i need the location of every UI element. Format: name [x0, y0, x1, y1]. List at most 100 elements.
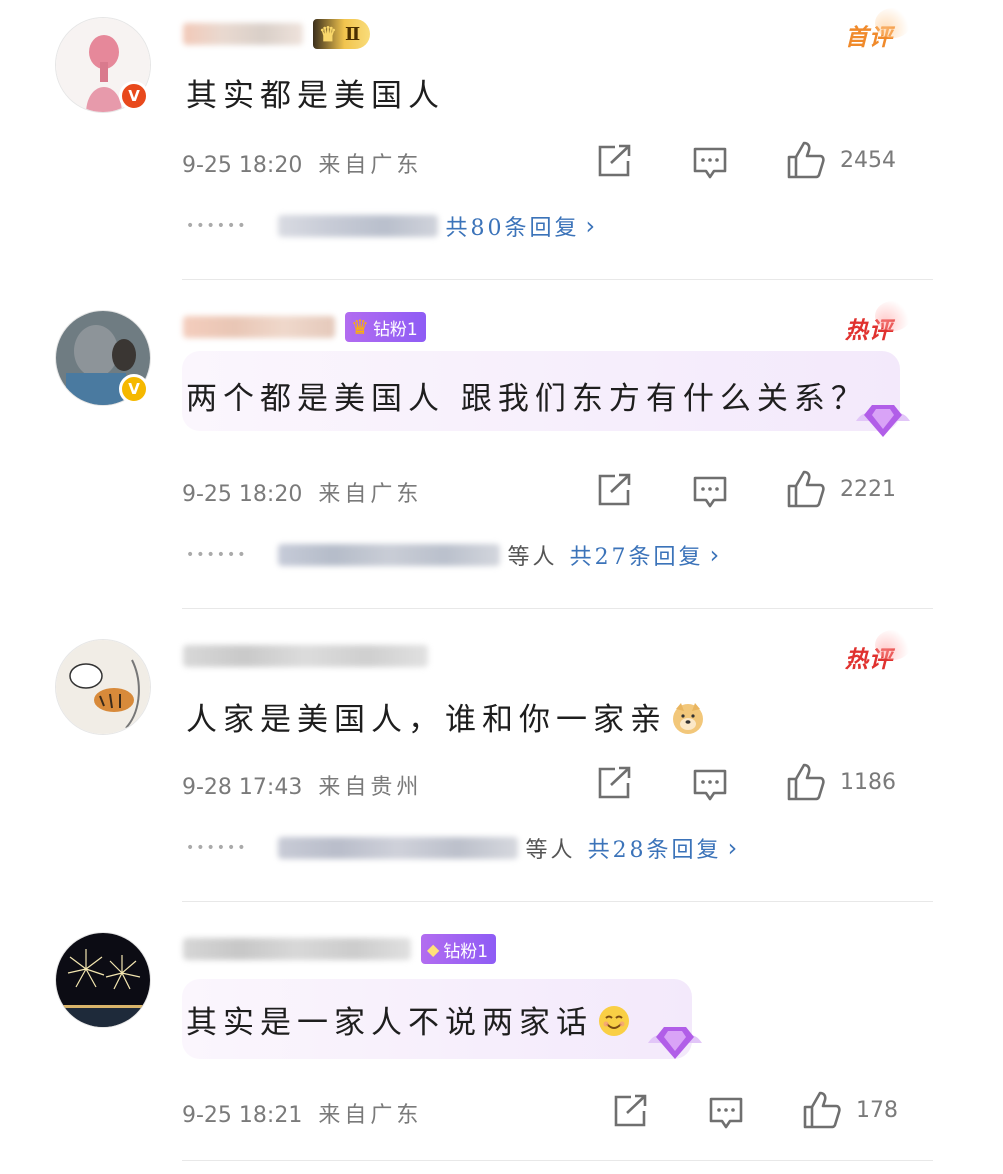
replier-names-blurred [277, 544, 500, 566]
diamond-icon: ◆ [427, 939, 440, 959]
fan-badge-label: 钻粉1 [443, 941, 489, 962]
comment-time: 9-28 17:43 [182, 775, 303, 800]
replier-names-blurred [277, 215, 438, 237]
fan-badge-label: 钻粉1 [372, 319, 418, 340]
avatar[interactable]: V [55, 310, 151, 406]
verified-badge-icon: V [119, 374, 149, 404]
share-button[interactable] [596, 766, 632, 800]
like-icon [787, 470, 825, 508]
tag-decoration [875, 8, 911, 38]
like-button[interactable]: 2454 [786, 140, 896, 180]
avatar[interactable] [55, 932, 151, 1028]
smile-emoji [599, 1006, 629, 1036]
comment-time: 9-25 18:20 [182, 153, 303, 178]
comment-time: 9-25 18:20 [182, 482, 303, 507]
member-level-badge[interactable]: ♛ Ⅱ [313, 19, 371, 49]
avatar-image [55, 639, 151, 735]
comment-meta: 9-25 18:20 来自广东 [182, 147, 422, 179]
fan-badge[interactable]: ◆ 钻粉1 [421, 934, 497, 964]
reply-count-link[interactable]: 共80条回复 [446, 210, 580, 242]
hot-comment-tag: 热评 [845, 630, 911, 674]
comment-location: 来自广东 [318, 482, 423, 507]
comment-location: 来自广东 [318, 1103, 423, 1128]
comment-icon [693, 147, 727, 179]
replier-names-blurred [277, 837, 518, 859]
username-blurred[interactable] [183, 645, 428, 667]
username-blurred[interactable] [183, 23, 303, 45]
like-button[interactable]: 178 [802, 1090, 898, 1130]
comment-button[interactable] [692, 768, 728, 802]
reply-summary[interactable]: •••••• 等人 共27条回复 › [186, 539, 719, 571]
like-icon [787, 763, 825, 801]
reply-summary[interactable]: •••••• 等人 共28条回复 › [186, 832, 737, 864]
like-count: 1186 [840, 769, 896, 795]
crown-icon: ♛ [351, 315, 369, 339]
comment-text-content: 人家是美国人，谁和你一家亲 [186, 702, 667, 738]
reply-others-label: 等人 [507, 545, 558, 570]
reply-dots: •••••• [186, 547, 248, 563]
divider [182, 901, 933, 902]
fan-badge[interactable]: ♛ 钻粉1 [345, 312, 426, 342]
member-level-label: Ⅱ [344, 23, 361, 45]
comment-button[interactable] [708, 1096, 744, 1130]
verified-badge-icon: V [119, 81, 149, 111]
divider [182, 608, 933, 609]
share-button[interactable] [612, 1094, 648, 1128]
comment-icon [693, 476, 727, 508]
like-icon [787, 141, 825, 179]
comment-text: 其实是一家人不说两家话 [186, 997, 631, 1042]
share-button[interactable] [596, 473, 632, 507]
comment-button[interactable] [692, 146, 728, 180]
share-icon [614, 1094, 647, 1127]
comment-meta: 9-25 18:21 来自广东 [182, 1097, 422, 1129]
username-row[interactable]: ◆ 钻粉1 [183, 933, 497, 965]
username-row[interactable]: ♛ Ⅱ [183, 18, 371, 50]
like-count: 178 [856, 1097, 898, 1123]
chevron-right-icon: › [585, 212, 596, 240]
hot-comment-tag: 热评 [845, 301, 911, 345]
avatar[interactable] [55, 639, 151, 735]
like-count: 2454 [840, 147, 896, 173]
comment-time: 9-25 18:21 [182, 1103, 303, 1128]
crown-icon: ♛ [319, 22, 337, 46]
chevron-right-icon: › [727, 834, 738, 862]
avatar-image [55, 932, 151, 1028]
comment-icon [709, 1097, 743, 1129]
divider [182, 1160, 933, 1161]
reply-count-link[interactable]: 共28条回复 [588, 832, 722, 864]
comment-button[interactable] [692, 475, 728, 509]
share-icon [598, 766, 631, 799]
avatar[interactable]: V [55, 17, 151, 113]
comment-meta: 9-25 18:20 来自广东 [182, 476, 422, 508]
comment-text: 人家是美国人，谁和你一家亲 [186, 694, 705, 739]
username-blurred[interactable] [183, 316, 335, 338]
username-row[interactable] [183, 640, 428, 672]
reply-dots: •••••• [186, 840, 248, 856]
tag-decoration [875, 301, 911, 331]
like-count: 2221 [840, 476, 896, 502]
doge-emoji [673, 703, 703, 734]
comment-text-content: 其实是一家人不说两家话 [186, 1005, 593, 1041]
username-blurred[interactable] [183, 938, 411, 960]
like-button[interactable]: 1186 [786, 762, 896, 802]
reply-count-link[interactable]: 共27条回复 [570, 539, 704, 571]
reply-dots: •••••• [186, 218, 248, 234]
comment-location: 来自广东 [318, 153, 423, 178]
comment-meta: 9-28 17:43 来自贵州 [182, 769, 422, 801]
diamond-gem-icon [648, 1027, 702, 1059]
tag-decoration [875, 630, 911, 660]
share-button[interactable] [596, 144, 632, 178]
chevron-right-icon: › [709, 541, 720, 569]
comment-list: V ♛ Ⅱ 首评 其实都是美国人 9-25 18:20 来自广东 2454 ••… [0, 0, 1003, 1174]
comment-icon [693, 769, 727, 801]
reply-others-label: 等人 [525, 838, 576, 863]
share-icon [598, 144, 631, 177]
like-button[interactable]: 2221 [786, 469, 896, 509]
comment-text: 其实都是美国人 [186, 78, 445, 114]
divider [182, 279, 933, 280]
reply-summary[interactable]: •••••• 共80条回复 › [186, 210, 595, 242]
first-comment-tag: 首评 [845, 8, 911, 52]
comment-text: 两个都是美国人 跟我们东方有什么关系？ [186, 381, 868, 417]
username-row[interactable]: ♛ 钻粉1 [183, 311, 426, 343]
like-icon [803, 1091, 841, 1129]
